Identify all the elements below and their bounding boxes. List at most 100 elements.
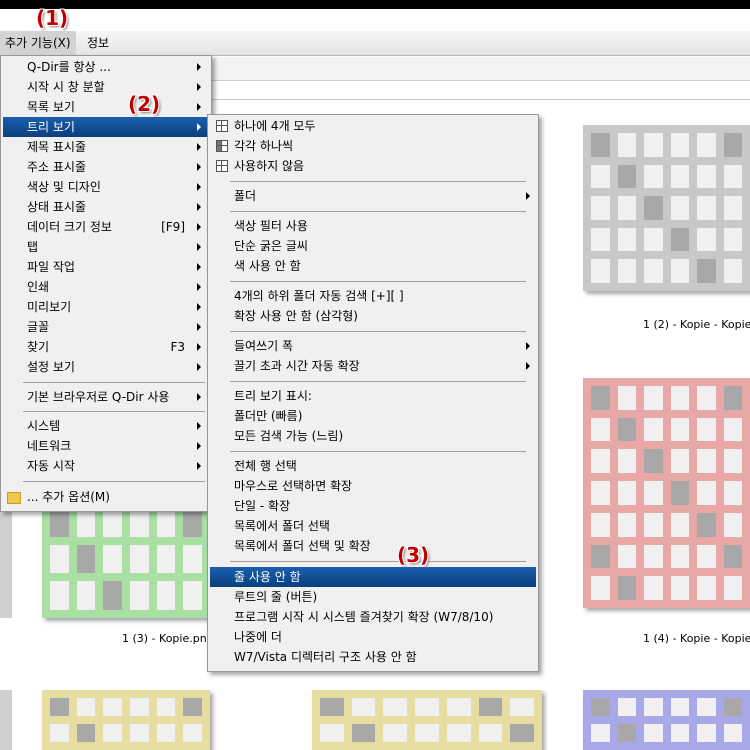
thumbnail-pixel: [697, 576, 716, 600]
thumbnail-pixel: [697, 259, 716, 283]
thumbnail-pixel: [617, 576, 636, 600]
menu-item-label: 시스템: [27, 419, 61, 433]
thumbnail-pixel: [50, 508, 69, 537]
submenu-item[interactable]: 각각 하나씩: [210, 136, 536, 156]
submenu-item[interactable]: 목록에서 폴더 선택 및 확장: [210, 536, 536, 556]
thumbnail-pixel: [644, 449, 663, 474]
menu-bar: 추가 기능(X) 정보: [0, 31, 750, 56]
thumbnail-pixel: [697, 724, 716, 742]
main-menu-item[interactable]: 설정 보기: [3, 357, 207, 377]
thumbnail-2[interactable]: [42, 500, 210, 618]
menu-extras[interactable]: 추가 기능(X): [0, 31, 76, 55]
menu-info[interactable]: 정보: [82, 31, 114, 55]
menu-item-label: ... 추가 옵션(M): [27, 490, 110, 504]
submenu-item[interactable]: 폴더만 (빠름): [210, 406, 536, 426]
thumbnail-pixel: [617, 724, 636, 742]
main-menu-item[interactable]: 주소 표시줄: [3, 157, 207, 177]
thumbnail-6[interactable]: [583, 690, 750, 750]
submenu-item[interactable]: 폴더: [210, 186, 536, 206]
submenu-item[interactable]: 색 사용 안 함: [210, 256, 536, 276]
submenu-item-label: 하나에 4개 모두: [234, 119, 316, 133]
submenu-arrow-icon: [526, 342, 530, 350]
thumbnail-pixel: [446, 698, 471, 716]
submenu-item[interactable]: 단일 - 확장: [210, 496, 536, 516]
submenu-item[interactable]: 프로그램 시작 시 시스템 즐겨찾기 확장 (W7/8/10): [210, 607, 536, 627]
grid-half-icon: [216, 140, 228, 152]
main-menu-item[interactable]: ... 추가 옵션(M): [3, 487, 207, 507]
thumbnail-pixel: [617, 259, 636, 283]
thumbnail-pixel: [617, 164, 636, 189]
submenu-item[interactable]: 마우스로 선택하면 확장: [210, 476, 536, 496]
submenu-item[interactable]: 나중에 더: [210, 627, 536, 647]
thumbnail-pixel: [129, 581, 149, 610]
main-menu-item[interactable]: 파일 작업: [3, 257, 207, 277]
thumbnail-1[interactable]: [583, 125, 750, 291]
submenu-arrow-icon: [197, 283, 201, 291]
main-menu-item[interactable]: 인쇄: [3, 277, 207, 297]
submenu-item[interactable]: 트리 보기 표시:: [210, 386, 536, 406]
submenu-item-label: 확장 사용 안 함 (삼각형): [234, 309, 358, 323]
main-menu-item[interactable]: 탭: [3, 237, 207, 257]
submenu-item-label: 줄 사용 안 함: [234, 570, 301, 584]
thumbnail-pixel: [723, 698, 742, 716]
thumbnail-pixel: [591, 698, 610, 716]
submenu-item[interactable]: 확장 사용 안 함 (삼각형): [210, 306, 536, 326]
thumbnail-caption: 1 (4) - Kopie - Kopie.: [643, 632, 750, 645]
thumbnail-4[interactable]: [42, 690, 210, 750]
thumbnail-pixel: [644, 724, 663, 742]
thumbnail-pixel: [617, 133, 636, 157]
submenu-item[interactable]: 단순 굵은 글씨: [210, 236, 536, 256]
main-menu-item[interactable]: 상태 표시줄: [3, 197, 207, 217]
thumbnail-pixel: [670, 481, 689, 505]
thumbnail-pixel: [617, 481, 636, 505]
submenu-item[interactable]: 4개의 하위 폴더 자동 검색 [+][ ]: [210, 286, 536, 306]
thumbnail-pixel: [156, 724, 176, 742]
menu-separator: [23, 481, 205, 482]
submenu-item-label: 나중에 더: [234, 630, 282, 644]
submenu-item[interactable]: W7/Vista 디렉터리 구조 사용 안 함: [210, 647, 536, 667]
main-menu-item[interactable]: 시작 시 창 분할: [3, 77, 207, 97]
main-menu-item[interactable]: 네트워크: [3, 436, 207, 456]
thumbnail-pixel: [670, 196, 689, 220]
submenu-item[interactable]: 전체 행 선택: [210, 456, 536, 476]
main-menu-item[interactable]: 글꼴: [3, 317, 207, 337]
thumbnail-pixel: [644, 481, 663, 505]
submenu-arrow-icon: [526, 192, 530, 200]
extras-dropdown-menu: Q-Dir를 항상 ... 시작 시 창 분할 목록 보기 트리 보기 제목 표시줄 주소…: [0, 55, 212, 512]
submenu-item[interactable]: 사용하지 않음: [210, 156, 536, 176]
main-menu-item[interactable]: 기본 브라우저로 Q-Dir 사용: [3, 387, 207, 407]
submenu-item[interactable]: 색상 필터 사용: [210, 216, 536, 236]
thumbnail-3[interactable]: [583, 378, 750, 608]
thumbnail-pixel: [644, 417, 663, 442]
main-menu-item[interactable]: 찾기 F3: [3, 337, 207, 357]
thumbnail-pixel: [103, 508, 122, 537]
submenu-item[interactable]: 루트의 줄 (버튼): [210, 587, 536, 607]
folder-icon: [7, 492, 21, 504]
thumbnail-pixel: [670, 386, 689, 410]
thumbnail-pixel: [723, 481, 742, 505]
submenu-item[interactable]: 하나에 4개 모두: [210, 116, 536, 136]
main-menu-item[interactable]: 자동 시작: [3, 456, 207, 476]
thumbnail-pixel: [591, 386, 610, 410]
submenu-item[interactable]: 목록에서 폴더 선택: [210, 516, 536, 536]
submenu-arrow-icon: [197, 393, 201, 401]
thumbnail-pixel: [617, 449, 636, 474]
main-menu-item[interactable]: 트리 보기: [3, 117, 207, 137]
main-menu-item[interactable]: 제목 표시줄: [3, 137, 207, 157]
thumbnail-pixel: [156, 544, 176, 574]
submenu-item[interactable]: 줄 사용 안 함: [210, 567, 536, 587]
main-menu-item[interactable]: 시스템: [3, 416, 207, 436]
main-menu-item[interactable]: Q-Dir를 항상 ...: [3, 57, 207, 77]
thumbnail-pixel: [670, 259, 689, 283]
thumbnail-5[interactable]: [312, 690, 542, 750]
main-menu-item[interactable]: 데이터 크기 정보 [F9]: [3, 217, 207, 237]
thumbnail-pixel: [103, 724, 122, 742]
submenu-item[interactable]: 끌기 초과 시간 자동 확장: [210, 356, 536, 376]
submenu-arrow-icon: [197, 203, 201, 211]
submenu-item[interactable]: 들여쓰기 폭: [210, 336, 536, 356]
main-menu-item[interactable]: 색상 및 디자인: [3, 177, 207, 197]
main-menu-item[interactable]: 미리보기: [3, 297, 207, 317]
main-menu-item[interactable]: 목록 보기: [3, 97, 207, 117]
submenu-item[interactable]: 모든 검색 가능 (느림): [210, 426, 536, 446]
thumbnail-pixel: [415, 724, 439, 742]
